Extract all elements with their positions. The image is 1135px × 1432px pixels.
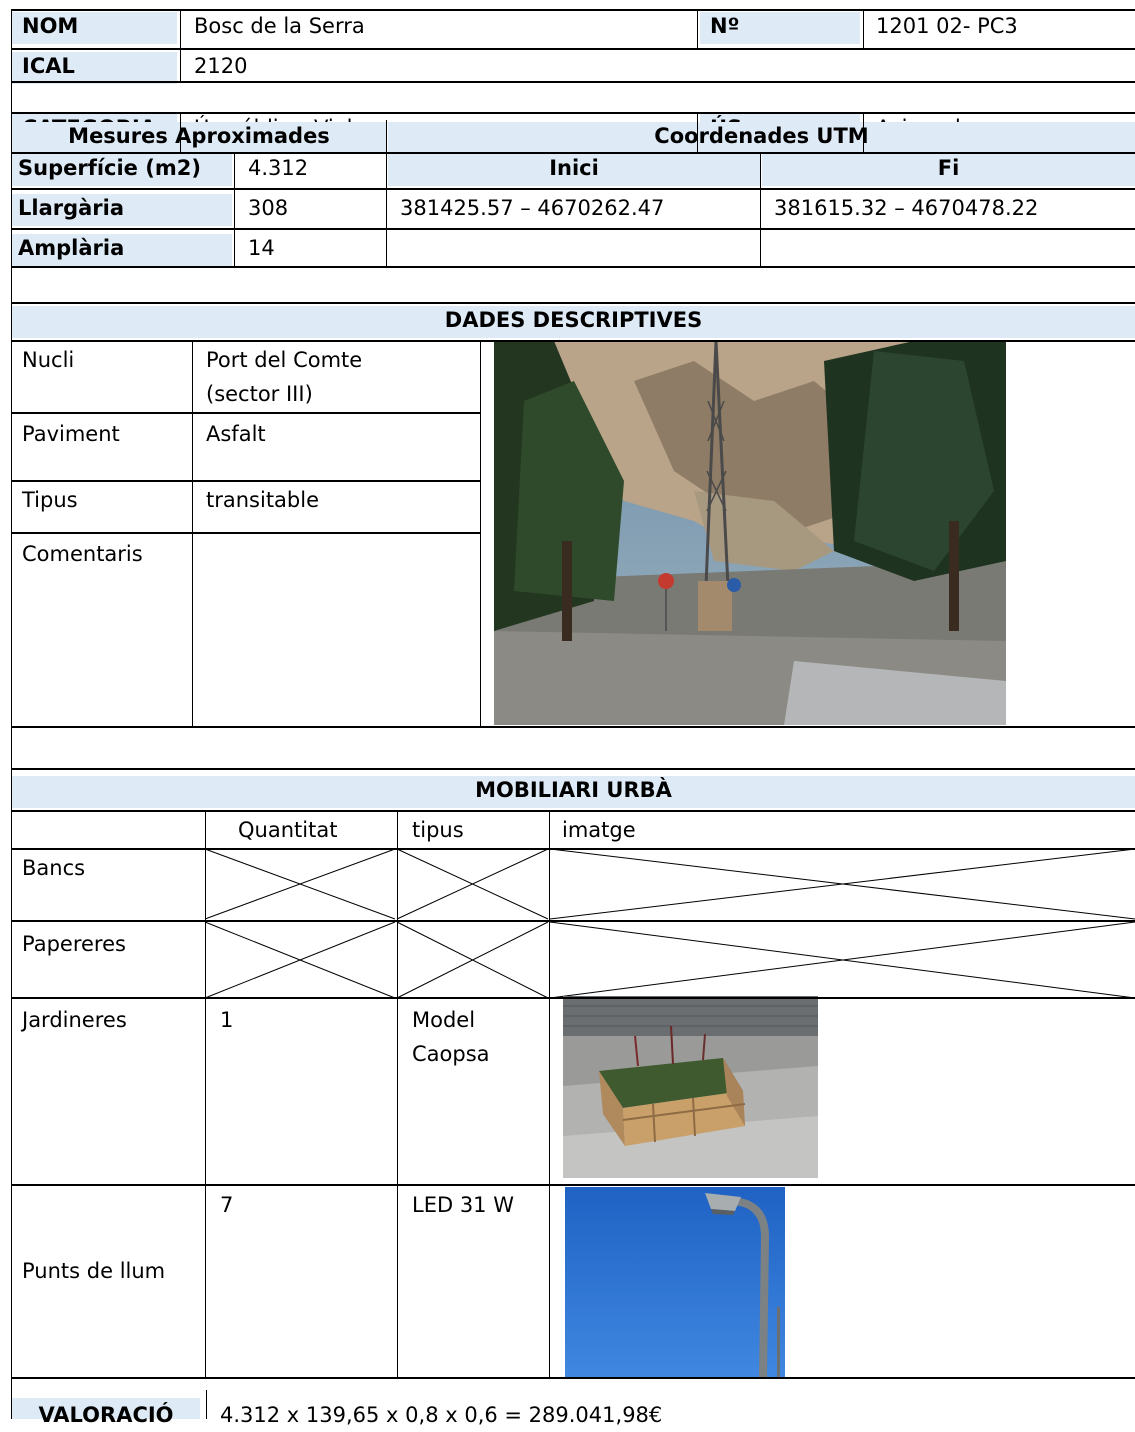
bancs-quantitat-crossed xyxy=(204,848,396,920)
jardineres-tipus-line-1: Model xyxy=(412,1008,476,1032)
llargaria-value: 308 xyxy=(248,196,289,220)
ical-value: 2120 xyxy=(194,54,248,78)
rule xyxy=(11,266,1135,268)
nucli-label: Nucli xyxy=(22,348,75,372)
num-value: 1201 02- PC3 xyxy=(876,14,1018,38)
llargaria-label: Llargària xyxy=(12,194,232,226)
rule xyxy=(760,152,761,266)
mesures-title: Mesures Aproximades xyxy=(12,122,386,154)
nucli-value-line-2: (sector III) xyxy=(206,382,313,406)
rule xyxy=(206,1390,207,1419)
rule xyxy=(697,9,698,49)
rule xyxy=(11,1377,1135,1379)
tipus-label: Tipus xyxy=(22,488,78,512)
papereres-quantitat-crossed xyxy=(204,921,396,999)
papereres-imatge-crossed xyxy=(549,921,1135,999)
rule xyxy=(863,9,864,49)
rule xyxy=(397,810,398,1377)
row-label-punts-de-llum: Punts de llum xyxy=(22,1259,166,1283)
rule xyxy=(234,152,235,266)
descriptives-title: DADES DESCRIPTIVES xyxy=(12,306,1135,338)
rule xyxy=(386,120,387,266)
utm-inici-value: 381425.57 – 4670262.47 xyxy=(400,196,665,220)
ical-label: ICAL xyxy=(12,52,177,84)
utm-fi-value: 381615.32 – 4670478.22 xyxy=(774,196,1039,220)
num-label: Nº xyxy=(700,12,860,44)
nucli-value-line-1: Port del Comte xyxy=(206,348,363,372)
col-header-tipus: tipus xyxy=(412,818,464,842)
rule xyxy=(11,228,1135,230)
bancs-tipus-crossed xyxy=(396,848,549,920)
mobiliari-title: MOBILIARI URBÀ xyxy=(12,776,1135,808)
rule xyxy=(11,848,1135,850)
utm-inici-label: Inici xyxy=(388,154,760,186)
rule xyxy=(11,302,1135,304)
rule xyxy=(11,188,1135,190)
rule xyxy=(11,532,481,534)
row-label-papereres: Papereres xyxy=(22,932,126,956)
row-label-bancs: Bancs xyxy=(22,856,86,880)
rule xyxy=(11,412,481,414)
rule xyxy=(480,340,481,726)
nom-label: NOM xyxy=(12,12,177,44)
rule xyxy=(11,9,12,1419)
amplaria-label: Amplària xyxy=(12,234,232,266)
rule xyxy=(11,768,1135,770)
row-label-jardineres: Jardineres xyxy=(22,1008,127,1032)
rule xyxy=(11,480,481,482)
amplaria-value: 14 xyxy=(248,236,275,260)
street-lamp-photo xyxy=(565,1187,785,1377)
rule xyxy=(11,997,1135,999)
rule xyxy=(697,112,698,152)
nom-value: Bosc de la Serra xyxy=(194,14,365,38)
paviment-value: Asfalt xyxy=(206,422,266,446)
rule xyxy=(11,920,1135,922)
rule xyxy=(180,112,181,152)
rule xyxy=(549,810,550,1377)
jardineres-quantitat: 1 xyxy=(220,1008,234,1032)
superficie-label: Superfície (m2) xyxy=(12,154,232,186)
rule xyxy=(205,810,206,1377)
valoracio-label: VALORACIÓ xyxy=(12,1398,200,1427)
col-header-imatge: imatge xyxy=(562,818,636,842)
bancs-imatge-crossed xyxy=(549,848,1135,920)
punts-de-llum-quantitat: 7 xyxy=(220,1193,234,1217)
rule xyxy=(11,810,1135,812)
col-header-quantitat: Quantitat xyxy=(238,818,338,842)
utm-title: Coordenades UTM xyxy=(388,122,1135,154)
rule xyxy=(180,9,181,81)
comentaris-label: Comentaris xyxy=(22,542,143,566)
papereres-tipus-crossed xyxy=(396,921,549,999)
rule xyxy=(11,1184,1135,1186)
rule xyxy=(11,340,1135,342)
rule xyxy=(192,340,193,726)
jardineres-tipus-line-2: Caopsa xyxy=(412,1042,490,1066)
utm-fi-label: Fi xyxy=(762,154,1135,186)
road-photo xyxy=(494,341,1006,725)
valoracio-value: 4.312 x 139,65 x 0,8 x 0,6 = 289.041,98€ xyxy=(220,1403,663,1427)
rule xyxy=(11,152,1135,154)
punts-de-llum-tipus: LED 31 W xyxy=(412,1193,514,1217)
paviment-label: Paviment xyxy=(22,422,120,446)
rule xyxy=(11,81,1135,83)
rule xyxy=(863,112,864,152)
rule xyxy=(11,726,1135,728)
planter-photo xyxy=(563,996,818,1178)
superficie-value: 4.312 xyxy=(248,156,309,180)
tipus-value: transitable xyxy=(206,488,320,512)
